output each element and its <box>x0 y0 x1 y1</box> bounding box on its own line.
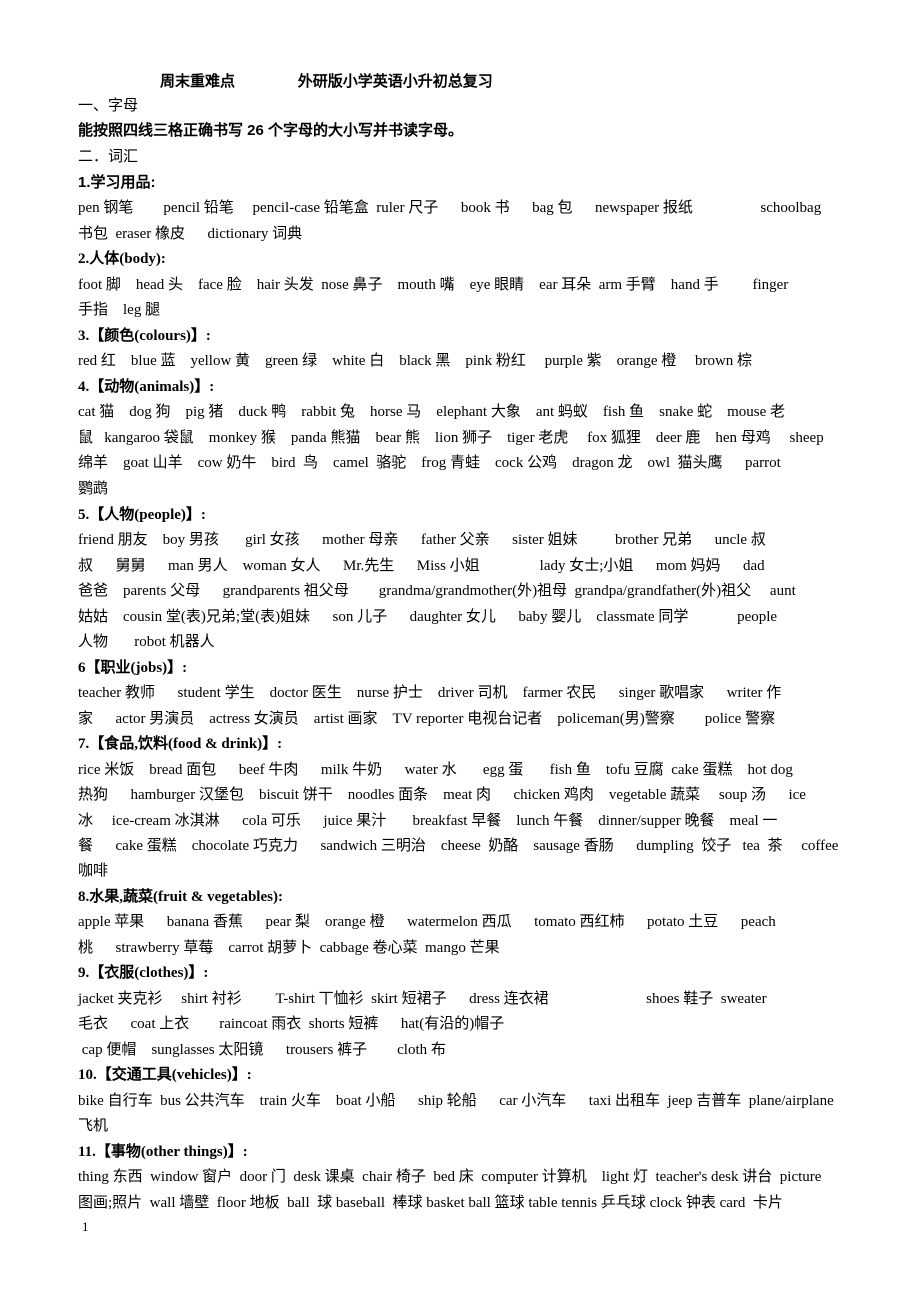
category-heading: 2.人体(body): <box>78 251 166 267</box>
category-heading: 7.【食品,饮料(food & drink)】: <box>78 736 283 752</box>
title-left: 周末重难点 <box>160 72 236 90</box>
category-heading: 10.【交通工具(vehicles)】: <box>78 1067 252 1083</box>
category-heading: 1.学习用品: <box>78 174 156 191</box>
section2-heading: 二．词汇 <box>78 148 139 165</box>
category-heading: 4.【动物(animals)】: <box>78 379 215 395</box>
category-heading: 9.【衣服(clothes)】: <box>78 965 209 981</box>
category-heading: 5.【人物(people)】: <box>78 507 206 523</box>
vocab-line: cat 猫 dog 狗 pig 猪 duck 鸭 rabbit 兔 horse … <box>78 404 785 420</box>
category-heading: 8.水果,蔬菜(fruit & vegetables): <box>78 889 283 905</box>
category-heading: 11.【事物(other things)】: <box>78 1144 248 1160</box>
vocab-line: 图画;照片 wall 墙壁 floor 地板 ball 球 baseball 棒… <box>78 1195 783 1211</box>
vocab-line: jacket 夹克衫 shirt 衬衫 T-shirt 丅恤衫 skirt 短裙… <box>78 991 767 1007</box>
vocab-line: friend 朋友 boy 男孩 girl 女孩 mother 母亲 fathe… <box>78 532 766 548</box>
vocab-line: 绵羊 goat 山羊 cow 奶牛 bird 鸟 camel 骆驼 frog 青… <box>78 455 781 471</box>
vocab-line: 咖啡 <box>78 863 109 879</box>
vocab-line: rice 米饭 bread 面包 beef 牛肉 milk 牛奶 water 水… <box>78 762 793 778</box>
vocab-line: foot 脚 head 头 face 脸 hair 头发 nose 鼻子 mou… <box>78 277 789 293</box>
vocab-line: 人物 robot 机器人 <box>78 634 215 650</box>
vocab-line: 热狗 hamburger 汉堡包 biscuit 饼干 noodles 面条 m… <box>78 787 806 803</box>
vocab-line: thing 东西 window 窗户 door 门 desk 课桌 chair … <box>78 1169 822 1185</box>
vocab-line: 叔 舅舅 man 男人 woman 女人 Mr.先生 Miss 小姐 lady … <box>78 558 765 574</box>
vocab-line: bike 自行车 bus 公共汽车 train 火车 boat 小船 ship … <box>78 1093 834 1109</box>
vocab-line: 鹦鹉 <box>78 481 109 497</box>
vocab-line: cap 便帽 sunglasses 太阳镜 trousers 裤子 cloth … <box>78 1042 446 1058</box>
section1-heading: 一、字母 <box>78 97 139 114</box>
title-right: 外研版小学英语小升初总复习 <box>297 72 493 90</box>
vocab-line: 飞机 <box>78 1118 109 1134</box>
vocab-line: pen 钢笔 pencil 铅笔 pencil-case 铅笔盒 ruler 尺… <box>78 200 822 216</box>
section1-text: 能按照四线三格正确书写 26 个字母的大小写并书读字母。 <box>78 122 464 139</box>
document-title: 周末重难点 外研版小学英语小升初总复习 <box>160 71 493 91</box>
vocab-line: 书包 eraser 橡皮 dictionary 词典 <box>78 226 303 242</box>
vocab-line: 手指 leg 腿 <box>78 302 161 318</box>
vocab-line: 冰 ice-cream 冰淇淋 cola 可乐 juice 果汁 breakfa… <box>78 813 778 829</box>
vocab-line: 鼠 kangaroo 袋鼠 monkey 猴 panda 熊猫 bear 熊 l… <box>78 430 824 446</box>
vocab-line: 餐 cake 蛋糕 chocolate 巧克力 sandwich 三明治 che… <box>78 838 839 854</box>
vocab-line: 家 actor 男演员 actress 女演员 artist 画家 TV rep… <box>78 711 776 727</box>
page-number: 1 <box>82 1219 89 1234</box>
category-heading: 3.【颜色(colours)】: <box>78 328 211 344</box>
vocab-line: apple 苹果 banana 香蕉 pear 梨 orange 橙 water… <box>78 914 776 930</box>
vocab-line: 毛衣 coat 上衣 raincoat 雨衣 shorts 短裤 hat(有沿的… <box>78 1016 505 1032</box>
category-heading: 6【职业(jobs)】: <box>78 660 188 676</box>
vocab-line: 爸爸 parents 父母 grandparents 祖父母 grandma/g… <box>78 583 796 599</box>
vocab-line: 姑姑 cousin 堂(表)兄弟;堂(表)姐妹 son 儿子 daughter … <box>78 609 778 625</box>
vocab-line: red 红 blue 蓝 yellow 黄 green 绿 white 白 bl… <box>78 353 753 369</box>
vocab-line: teacher 教师 student 学生 doctor 医生 nurse 护士… <box>78 685 782 701</box>
vocab-line: 桃 strawberry 草莓 carrot 胡萝卜 cabbage 卷心菜 m… <box>78 940 500 956</box>
